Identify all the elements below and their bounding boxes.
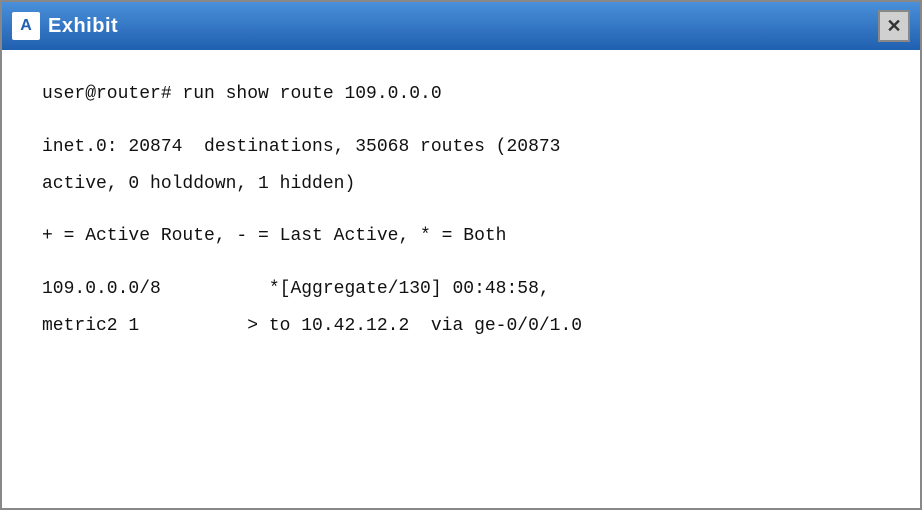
title-bar: A Exhibit ✕ — [2, 2, 920, 50]
title-bar-left: A Exhibit — [12, 12, 118, 40]
inet-line2: active, 0 holddown, 1 hidden) — [42, 170, 880, 199]
exhibit-window: A Exhibit ✕ user@router# run show route … — [0, 0, 922, 510]
close-button[interactable]: ✕ — [878, 10, 910, 42]
route-line1: 109.0.0.0/8 *[Aggregate/130] 00:48:58, — [42, 275, 880, 304]
app-icon: A — [12, 12, 40, 40]
command-line: user@router# run show route 109.0.0.0 — [42, 80, 880, 109]
window-title: Exhibit — [48, 15, 118, 38]
legend-line: + = Active Route, - = Last Active, * = B… — [42, 222, 880, 251]
inet-line1: inet.0: 20874 destinations, 35068 routes… — [42, 133, 880, 162]
route-line2: metric2 1 > to 10.42.12.2 via ge-0/0/1.0 — [42, 312, 880, 341]
terminal-content: user@router# run show route 109.0.0.0 in… — [2, 50, 920, 508]
